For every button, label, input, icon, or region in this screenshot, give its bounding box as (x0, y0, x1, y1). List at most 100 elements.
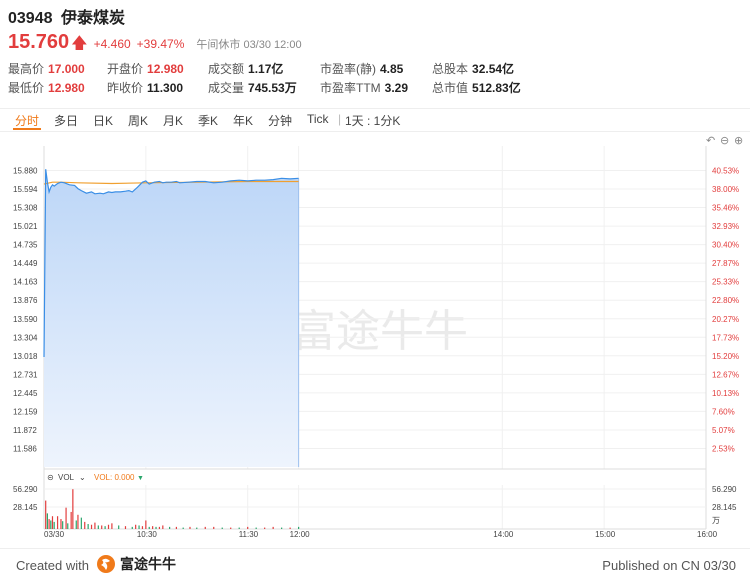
tab-separator: | (338, 112, 342, 126)
quote-row: 15.760 🡅 +4.460 +39.47% 午间休市 03/30 12:00 (8, 31, 302, 59)
percent-tick-label: 15.20% (712, 352, 739, 361)
tab-yearly-k[interactable]: 年K (233, 112, 253, 129)
volume-bar (182, 527, 184, 529)
volume-tick-label-right: 28.145 (712, 503, 737, 512)
volume-bar (145, 520, 147, 529)
stat-pe-ttm: 市盈率TTM 3.29 (320, 81, 409, 95)
percent-tick-label: 25.33% (712, 278, 739, 287)
volume-bar (196, 527, 198, 529)
percent-tick-label: 5.07% (712, 426, 735, 435)
percent-tick-label: 38.00% (712, 185, 739, 194)
stat-turnover: 成交额 1.17亿 (208, 62, 284, 76)
price-tick-label: 15.880 (13, 167, 38, 176)
volume-bar (60, 519, 62, 529)
volume-bar (264, 527, 266, 529)
volume-bar (272, 526, 274, 529)
stock-name: 伊泰煤炭 (60, 10, 125, 27)
volume-bar (189, 526, 191, 529)
volume-bar (75, 520, 77, 529)
percent-tick-label: 35.46% (712, 204, 739, 213)
volume-bar (289, 527, 291, 529)
volume-bar (107, 524, 110, 529)
created-with-label: Created with (16, 558, 89, 573)
volume-bar (46, 513, 48, 529)
time-tick-label: 15:00 (595, 530, 616, 539)
tab-multi-day[interactable]: 多日 (54, 112, 78, 129)
price-tick-label: 14.163 (13, 278, 38, 287)
volume-bar (72, 489, 74, 529)
futu-logo-icon (97, 555, 115, 573)
percent-tick-label: 10.13% (712, 389, 739, 398)
volume-label: VOL (58, 473, 75, 482)
volume-bar (111, 523, 113, 529)
percent-tick-label: 27.87% (712, 259, 739, 268)
volume-bar (204, 526, 206, 529)
volume-bar (87, 524, 89, 529)
price-tick-label: 13.304 (13, 333, 38, 342)
price-fill-area (44, 169, 299, 467)
interval-selector[interactable]: 1天 : 1分K (345, 112, 400, 129)
collapse-icon[interactable]: ⊝ (47, 473, 54, 482)
percent-tick-label: 30.40% (712, 241, 739, 250)
watermark-text: 富途牛牛 (292, 306, 468, 357)
tab-minute[interactable]: 分钟 (268, 112, 292, 129)
percent-tick-label: 22.80% (712, 296, 739, 305)
volume-bar (298, 526, 300, 529)
percent-tick-label: 2.53% (712, 444, 735, 453)
volume-value-caret-icon: ▼ (137, 475, 144, 482)
volume-bar (97, 525, 99, 529)
volume-bar (53, 521, 55, 529)
price-tick-label: 12.731 (13, 370, 38, 379)
price-change: +4.460 (93, 37, 131, 51)
tab-weekly-k[interactable]: 周K (128, 112, 148, 129)
volume-axis: 56.290 56.290 28.145 28.145 万 (13, 485, 737, 525)
stat-volume: 成交量 745.53万 (208, 81, 297, 95)
price-tick-label: 14.735 (13, 241, 38, 250)
percent-axis: 40.53% 38.00% 35.46% 32.93% 30.40% 27.87% 25.3… (712, 167, 739, 454)
price-tick-label: 15.594 (13, 185, 38, 194)
volume-bar (221, 527, 223, 529)
price-tick-label: 15.021 (13, 222, 38, 231)
volume-bar (65, 507, 67, 529)
up-arrow-icon: 🡅 (71, 35, 88, 52)
tab-intraday[interactable]: 分时 (15, 112, 39, 129)
footer: Created with 富途牛牛 Published on CN 03/30 (0, 548, 750, 585)
volume-bar (131, 526, 133, 529)
volume-bar (84, 521, 86, 529)
tab-quarterly-k[interactable]: 季K (198, 112, 218, 129)
volume-header: ⊝ VOL ⌄ VOL: 0.000 ▼ (47, 473, 144, 482)
stat-open: 开盘价 12.980 (107, 62, 184, 76)
volume-bar (135, 524, 137, 529)
market-status: 午间休市 03/30 12:00 (196, 39, 302, 51)
tab-monthly-k[interactable]: 月K (163, 112, 183, 129)
price-tick-label: 12.445 (13, 389, 38, 398)
volume-dropdown-icon[interactable]: ⌄ (79, 473, 86, 482)
volume-bar (118, 525, 120, 529)
time-axis: 03/30 10:30 11:30 12:00 14:00 15:00 16:00 (44, 530, 718, 539)
intraday-chart[interactable]: 富途牛牛 15.880 15.594 15.308 15.021 14.735 14.44… (0, 140, 750, 540)
volume-bar (255, 527, 257, 529)
percent-tick-label: 12.67% (712, 370, 739, 379)
brand-name: 富途牛牛 (120, 556, 176, 572)
tab-daily-k[interactable]: 日K (93, 112, 113, 129)
stat-high: 最高价 17.000 (8, 62, 85, 76)
tab-tick[interactable]: Tick (307, 112, 329, 126)
volume-bar (80, 517, 82, 529)
price-tick-label: 13.876 (13, 296, 38, 305)
stat-prev-close: 昨收价 11.300 (107, 81, 184, 95)
volume-bar (230, 527, 232, 529)
chart-tabs: 分时 多日 日K 周K 月K 季K 年K 分钟 Tick | 1天 : 1分K (0, 108, 750, 132)
price-tick-label: 14.449 (13, 259, 38, 268)
price-tick-label: 13.018 (13, 352, 38, 361)
volume-bars (45, 489, 300, 529)
volume-bar (124, 526, 127, 529)
volume-bar (94, 522, 96, 529)
volume-bar (141, 526, 144, 529)
time-tick-label: 14:00 (493, 530, 514, 539)
time-tick-label: 10:30 (137, 530, 158, 539)
price-tick-label: 15.308 (13, 204, 38, 213)
volume-bar (175, 526, 177, 529)
volume-bar (56, 516, 59, 529)
volume-bar (50, 520, 52, 529)
volume-bar (51, 516, 54, 529)
